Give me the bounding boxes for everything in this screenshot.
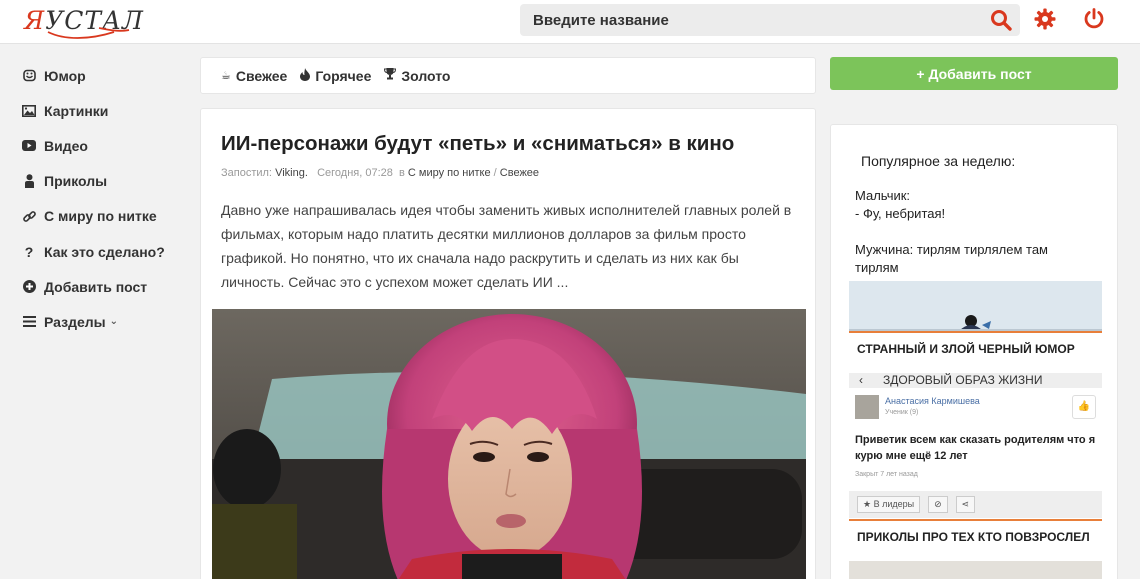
menu-icon xyxy=(22,315,36,329)
avatar xyxy=(855,395,879,419)
person-icon xyxy=(22,174,36,189)
search-bar xyxy=(520,4,1020,36)
logo-swoosh xyxy=(47,27,130,39)
link-icon xyxy=(22,209,36,223)
author-link[interactable]: Viking. xyxy=(275,167,308,179)
sidebar-item-howmade[interactable]: ? Как это сделано? xyxy=(22,234,182,269)
post-thumbnail[interactable] xyxy=(849,281,1102,333)
search-icon[interactable] xyxy=(990,9,1014,33)
plus-circle-icon xyxy=(22,280,36,294)
sidebar-item-world[interactable]: С миру по нитке xyxy=(22,199,182,234)
tab-hot[interactable]: Горячее xyxy=(300,67,371,84)
video-icon xyxy=(22,139,36,153)
popular-header: Популярное за неделю: xyxy=(861,153,1016,169)
search-input[interactable] xyxy=(520,4,980,36)
joke-item[interactable]: Мужчина: тирлям тирлялем там тирлям xyxy=(855,241,1105,277)
sidebar-item-sections[interactable]: Разделы ⌄ xyxy=(22,304,182,339)
chevron-down-icon: ⌄ xyxy=(109,316,118,328)
sidebar-item-humor[interactable]: Юмор xyxy=(22,58,182,93)
sidebar-item-add-post[interactable]: Добавить пост xyxy=(22,269,182,304)
article-meta: Запостил: Viking. Сегодня, 07:28 в С мир… xyxy=(221,167,540,179)
question-icon: ? xyxy=(24,243,34,260)
article-excerpt: Давно уже напрашивалась идея чтобы замен… xyxy=(221,202,792,290)
trophy-icon xyxy=(384,68,397,83)
fresh-icon: ☕ xyxy=(221,70,231,82)
feed-tabs: ☕ Свежее Горячее Золото xyxy=(200,57,816,94)
category-link[interactable]: С миру по нитке xyxy=(408,167,491,179)
share-icon: ⋖ xyxy=(955,496,976,513)
sidebar-item-pictures[interactable]: Картинки xyxy=(22,93,182,128)
tab-fresh[interactable]: ☕ Свежее xyxy=(221,68,287,84)
gear-icon[interactable] xyxy=(1033,7,1057,31)
post-thumbnail[interactable] xyxy=(849,561,1102,579)
smile-icon xyxy=(22,69,36,83)
site-logo[interactable]: ЯУСТАЛ xyxy=(24,4,143,40)
fire-icon xyxy=(300,67,311,84)
sidebar-nav: Юмор Картинки Видео Приколы С миру по ни… xyxy=(22,58,182,340)
power-icon[interactable] xyxy=(1082,7,1106,31)
sidebar-item-jokes[interactable]: Приколы xyxy=(22,164,182,199)
post-title[interactable]: ПРИКОЛЫ ПРО ТЕХ КТО ПОВЗРОСЛЕЛ xyxy=(857,530,1090,544)
block-icon: ⊘ xyxy=(928,496,948,513)
top-header: ЯУСТАЛ xyxy=(0,0,1140,44)
popular-week-panel: Популярное за неделю: Мальчик: - Фу, неб… xyxy=(830,124,1118,579)
article-image[interactable] xyxy=(212,309,806,579)
article-title[interactable]: ИИ-персонажи будут «петь» и «сниматься» … xyxy=(221,132,734,156)
tab-gold[interactable]: Золото xyxy=(384,68,450,84)
post-title[interactable]: СТРАННЫЙ И ЗЛОЙ ЧЕРНЫЙ ЮМОР xyxy=(857,342,1075,356)
sidebar-item-video[interactable]: Видео xyxy=(22,128,182,163)
article-card: ИИ-персонажи будут «петь» и «сниматься» … xyxy=(200,108,816,579)
post-thumbnail[interactable]: ‹ ЗДОРОВЫЙ ОБРАЗ ЖИЗНИ Анастасия Кармише… xyxy=(849,373,1102,521)
joke-item[interactable]: Мальчик: - Фу, небритая! xyxy=(855,187,1105,223)
like-icon: 👍 xyxy=(1072,395,1096,419)
picture-icon xyxy=(22,104,36,118)
section-link[interactable]: Свежее xyxy=(500,167,539,179)
add-post-button[interactable]: + Добавить пост xyxy=(830,57,1118,90)
